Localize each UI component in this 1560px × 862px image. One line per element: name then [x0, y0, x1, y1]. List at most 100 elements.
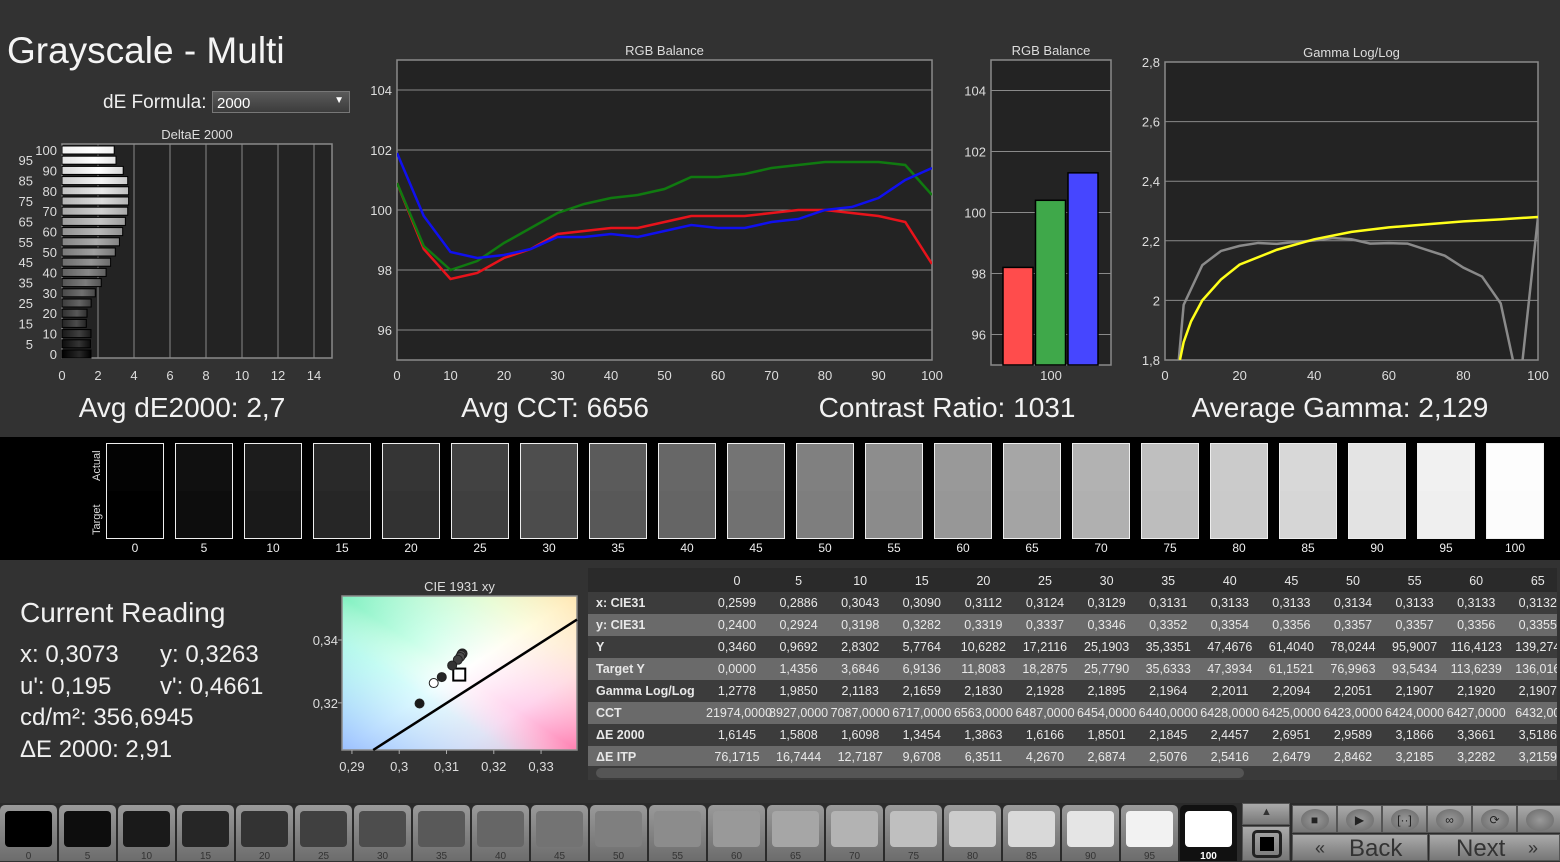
- table-cell: 3,1866: [1395, 728, 1434, 742]
- scrollbar-thumb[interactable]: [596, 768, 1244, 778]
- patch-button-10[interactable]: 10: [118, 805, 175, 862]
- reading-de: ΔE 2000: 2,91: [20, 736, 173, 763]
- table-cell: 7087,0000: [830, 706, 890, 720]
- table-cell: 0,3354: [1210, 618, 1249, 632]
- column-header: 5: [795, 574, 803, 588]
- y-tick-label: 40: [43, 265, 57, 280]
- swatch-label: 5: [200, 541, 208, 555]
- swatch-label: 15: [335, 541, 349, 555]
- column-header: 55: [1407, 574, 1422, 588]
- swatch-label: 40: [680, 541, 694, 555]
- patch-button-20[interactable]: 20: [236, 805, 293, 862]
- chart-title: RGB Balance: [1012, 43, 1091, 58]
- patch-button-75[interactable]: 75: [885, 805, 942, 862]
- reading-u: u': 0,195: [20, 673, 112, 700]
- table-cell: 2,1659: [902, 684, 941, 698]
- column-header: 65: [1530, 574, 1545, 588]
- patch-color: [477, 811, 524, 847]
- swatch-label: 50: [818, 541, 832, 555]
- patch-button-5[interactable]: 5: [59, 805, 116, 862]
- patch-button-80[interactable]: 80: [944, 805, 1001, 862]
- table-cell: 5,7764: [902, 640, 941, 654]
- patch-button-55[interactable]: 55: [649, 805, 706, 862]
- patch-color: [949, 811, 996, 847]
- table-cell: 3,5186: [1518, 728, 1557, 742]
- table-cell: 6425,0000: [1261, 706, 1321, 720]
- scroll-up-button[interactable]: ▲: [1242, 803, 1290, 825]
- table-cell: 47,3934: [1207, 662, 1253, 676]
- patch-label: 0: [25, 851, 32, 862]
- next-chevron-icon: »: [1528, 838, 1539, 858]
- table-cell: 6,3511: [964, 750, 1003, 764]
- frame-button[interactable]: [··]: [1382, 805, 1427, 833]
- patch-button-45[interactable]: 45: [531, 805, 588, 862]
- table-cell: 1,6098: [841, 728, 880, 742]
- patch-button-65[interactable]: 65: [767, 805, 824, 862]
- swatch-label: 90: [1370, 541, 1384, 555]
- next-button[interactable]: Next »: [1429, 834, 1560, 862]
- red-bar: [1002, 266, 1034, 366]
- x-tick-label: 14: [307, 368, 321, 383]
- table-cell: 2,1845: [1149, 728, 1188, 742]
- y-tick-label: 25: [19, 296, 33, 311]
- patch-button-90[interactable]: 90: [1062, 805, 1119, 862]
- patch-label: 10: [140, 851, 153, 862]
- table-cell: 2,1183: [841, 684, 879, 698]
- patch-button-25[interactable]: 25: [295, 805, 352, 862]
- measurement-point: [428, 678, 439, 689]
- patch-button-50[interactable]: 50: [590, 805, 647, 862]
- x-tick-label: 10: [235, 368, 249, 383]
- de-formula-value: 2000: [217, 95, 251, 112]
- blank-button[interactable]: [1517, 805, 1560, 833]
- table-cell: 2,6874: [1087, 750, 1126, 764]
- patch-button-100[interactable]: 100: [1180, 805, 1237, 862]
- play-button[interactable]: ▶: [1337, 805, 1382, 833]
- patch-button-30[interactable]: 30: [354, 805, 411, 862]
- patch-color: [241, 811, 288, 847]
- play-icon: ▶: [1345, 809, 1374, 831]
- table-cell: 1,3863: [964, 728, 1003, 742]
- chart-title: Gamma Log/Log: [1303, 45, 1400, 60]
- column-header: 60: [1469, 574, 1484, 588]
- refresh-button[interactable]: ⟳: [1472, 805, 1517, 833]
- y-tick-label: 35: [19, 276, 33, 291]
- table-row: Y 0,3460 0,9692 2,8302 5,7764 10,6282 17,2116 2…: [588, 636, 1557, 658]
- patch-button-85[interactable]: 85: [1003, 805, 1060, 862]
- patch-color: [123, 811, 170, 847]
- table-cell: 1,2778: [717, 684, 757, 698]
- measurement-point: [414, 698, 425, 709]
- x-tick-label: 2: [94, 368, 101, 383]
- reading-luminance: cd/m²: 356,6945: [20, 704, 194, 731]
- stop-icon: ■: [1300, 809, 1329, 831]
- column-header: 45: [1284, 574, 1299, 588]
- patch-button-70[interactable]: 70: [826, 805, 883, 862]
- circle-icon: [1525, 809, 1554, 831]
- pattern-window-button[interactable]: [1242, 826, 1290, 861]
- stop-button[interactable]: ■: [1292, 805, 1337, 833]
- de-formula-dropdown[interactable]: 2000 ▼: [212, 91, 350, 113]
- gray-swatch-40: [658, 443, 716, 539]
- row-label: Gamma Log/Log: [596, 684, 695, 698]
- gray-swatch-90: [1348, 443, 1406, 539]
- patch-button-60[interactable]: 60: [708, 805, 765, 862]
- patch-color: [64, 811, 111, 847]
- patch-button-35[interactable]: 35: [413, 805, 470, 862]
- table-cell: 6423,0000: [1323, 706, 1383, 720]
- back-button[interactable]: « Back: [1292, 834, 1428, 862]
- y-tick-label: 2,4: [1142, 174, 1160, 189]
- patch-button-15[interactable]: 15: [177, 805, 234, 862]
- table-cell: 2,2094: [1272, 684, 1311, 698]
- table-cell: 6487,0000: [1015, 706, 1075, 720]
- continuous-button[interactable]: ∞: [1427, 805, 1472, 833]
- table-cell: 0,2886: [779, 596, 818, 610]
- deltae-bar: [61, 257, 112, 267]
- row-label: Y: [596, 640, 605, 654]
- patch-button-40[interactable]: 40: [472, 805, 529, 862]
- table-cell: 16,7444: [776, 750, 822, 764]
- patch-label: 25: [317, 851, 330, 862]
- patch-button-0[interactable]: 0: [0, 805, 57, 862]
- patch-button-95[interactable]: 95: [1121, 805, 1178, 862]
- deltae-bar: [61, 308, 88, 318]
- current-reading-title: Current Reading: [20, 597, 226, 628]
- horizontal-scrollbar[interactable]: [588, 766, 1557, 780]
